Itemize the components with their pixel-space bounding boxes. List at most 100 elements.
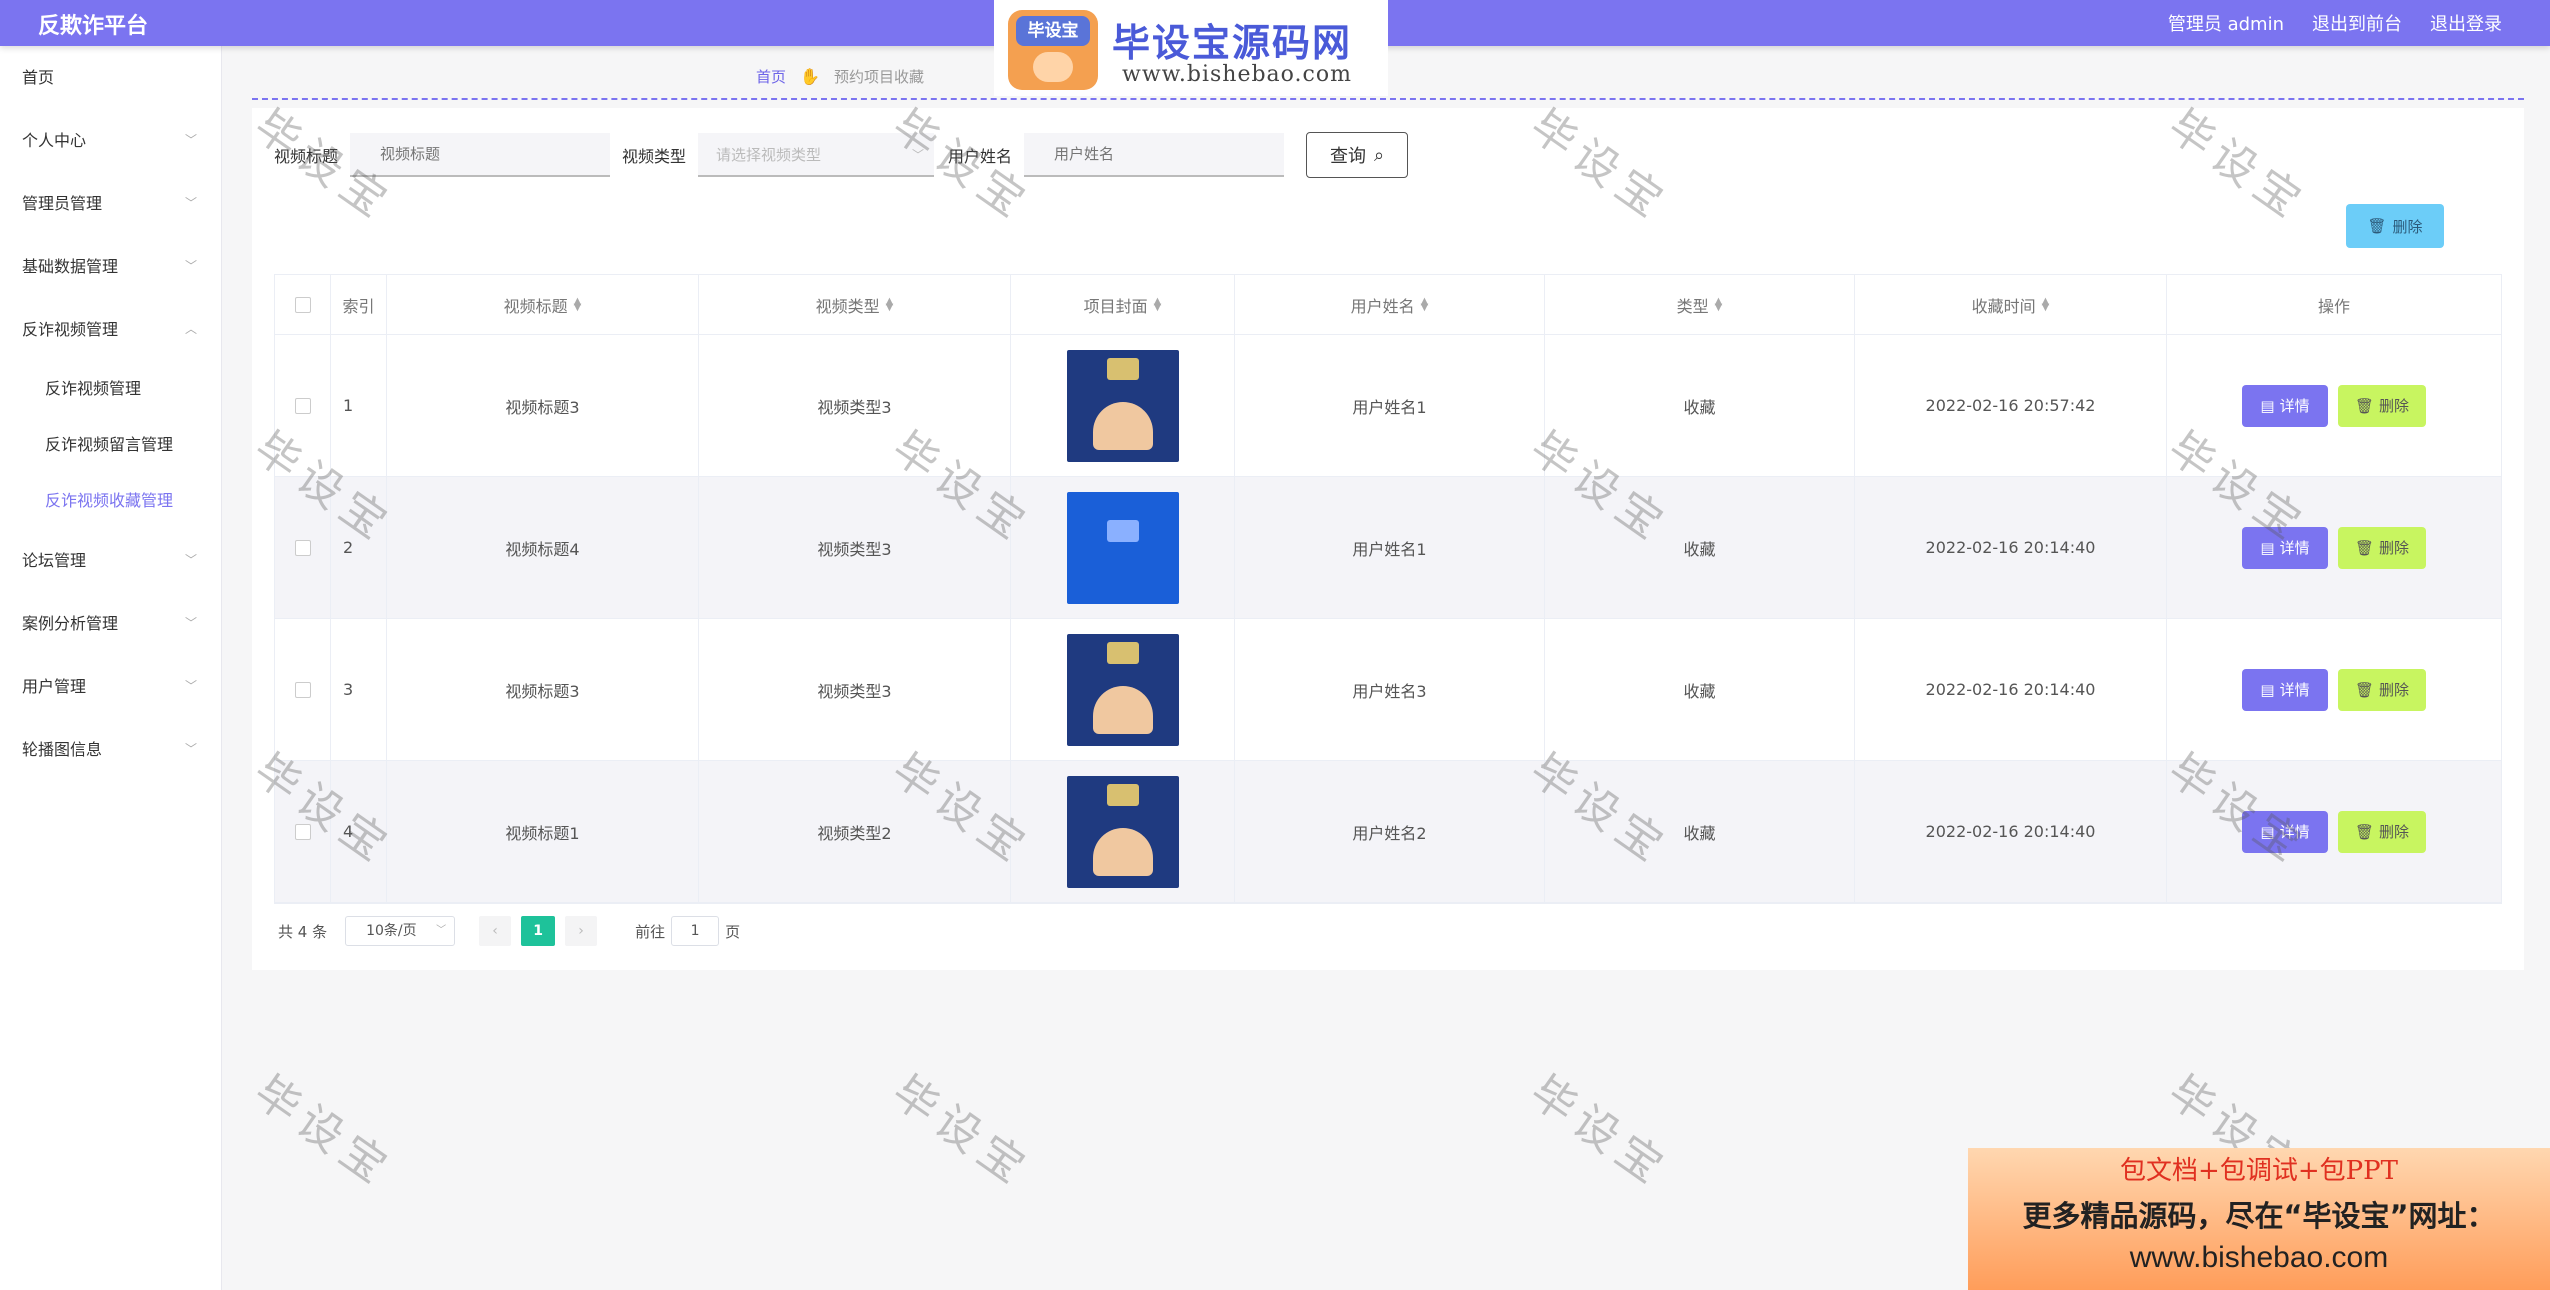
cell-favorite-time: 2022-02-16 20:57:42 xyxy=(1855,335,2167,476)
delete-button[interactable]: 🗑 删除 xyxy=(2338,668,2426,711)
breadcrumb-home[interactable]: 首页 xyxy=(756,66,786,87)
header-type-label: 类型 xyxy=(1676,296,1709,316)
video-title-label: 视频标题 xyxy=(274,147,339,166)
site-logo-overlay: 毕设宝 毕设宝源码网 www.bishebao.com xyxy=(994,0,1388,96)
next-page-button[interactable]: › xyxy=(565,916,598,946)
row-checkbox[interactable] xyxy=(294,823,311,840)
admin-user-link[interactable]: 管理员 admin xyxy=(2168,10,2284,36)
detail-label: 详情 xyxy=(2279,397,2310,415)
detail-button[interactable]: ▤ 详情 xyxy=(2242,810,2328,853)
batch-delete-button[interactable]: 🗑 删除 xyxy=(2346,204,2444,248)
logo-url: www.bishebao.com xyxy=(1122,62,1352,87)
sort-icon[interactable]: ▲ ▼ xyxy=(1421,296,1429,312)
search-form: 视频标题 视频类型 请选择视频类型 ﹀ 用户姓名 查询 ⌕ xyxy=(274,132,1409,178)
table-row: 1 视频标题3 视频类型3 用户姓名1 收藏 2022-02-16 20:57:… xyxy=(275,335,2501,477)
detail-button[interactable]: ▤ 详情 xyxy=(2242,526,2328,569)
cell-actions: ▤ 详情 🗑 删除 xyxy=(2167,477,2501,618)
logo-mark-icon: 毕设宝 xyxy=(1008,10,1098,90)
sidebar-item-basic-data[interactable]: 基础数据管理 ﹀ xyxy=(0,235,221,298)
sort-icon[interactable]: ▲ ▼ xyxy=(1715,296,1723,312)
page-size-select[interactable]: 10条/页 ﹀ xyxy=(345,916,456,946)
header-video-title[interactable]: 视频标题 ▲ ▼ xyxy=(387,275,699,334)
user-name-input[interactable] xyxy=(1024,133,1285,177)
sidebar-item-case-analysis[interactable]: 案例分析管理 ﹀ xyxy=(0,592,221,655)
trash-icon: 🗑 xyxy=(2354,680,2375,699)
cell-video-title: 视频标题3 xyxy=(387,619,699,760)
row-actions: ▤ 详情 🗑 删除 xyxy=(2242,384,2426,427)
header-favorite-time[interactable]: 收藏时间 ▲ ▼ xyxy=(1855,275,2167,334)
header-type[interactable]: 类型 ▲ ▼ xyxy=(1545,275,1855,334)
header-cover[interactable]: 项目封面 ▲ ▼ xyxy=(1011,275,1235,334)
cover-image[interactable] xyxy=(1066,491,1179,604)
row-checkbox-cell xyxy=(275,335,331,476)
row-checkbox[interactable] xyxy=(294,397,311,414)
search-icon: ⌕ xyxy=(1374,144,1385,166)
sidebar-item-home[interactable]: 首页 xyxy=(0,46,221,109)
cell-actions: ▤ 详情 🗑 删除 xyxy=(2167,619,2501,760)
chevron-left-icon: ‹ xyxy=(492,923,498,939)
logout-link[interactable]: 退出登录 xyxy=(2430,10,2502,36)
ad-banner[interactable]: 包文档+包调试+包PPT 更多精品源码，尽在“毕设宝”网址： www.bishe… xyxy=(1968,1148,2550,1290)
cell-video-type: 视频类型3 xyxy=(699,335,1011,476)
chevron-down-icon: ﹀ xyxy=(184,616,197,630)
detail-label: 详情 xyxy=(2279,823,2310,841)
video-title-input[interactable] xyxy=(350,133,611,177)
sidebar-item-label: 个人中心 xyxy=(22,131,87,150)
sort-icon[interactable]: ▲ ▼ xyxy=(2042,296,2050,312)
logo-face-shape xyxy=(1033,52,1073,82)
video-type-select[interactable]: 请选择视频类型 ﹀ xyxy=(698,133,935,177)
logo-mark-text: 毕设宝 xyxy=(1016,16,1090,46)
logo-title: 毕设宝源码网 xyxy=(1112,21,1353,65)
goto-page-input[interactable]: 1 xyxy=(671,916,720,946)
page-size-value: 10条/页 xyxy=(366,923,417,939)
sidebar-item-anti-fraud-video[interactable]: 反诈视频管理 ︿ xyxy=(0,298,221,361)
delete-button[interactable]: 🗑 删除 xyxy=(2338,384,2426,427)
cell-user-name: 用户姓名1 xyxy=(1235,477,1545,618)
header-user-name[interactable]: 用户姓名 ▲ ▼ xyxy=(1235,275,1545,334)
delete-button[interactable]: 🗑 删除 xyxy=(2338,526,2426,569)
cover-image[interactable] xyxy=(1066,633,1179,746)
document-icon: ▤ xyxy=(2260,680,2275,699)
sort-icon[interactable]: ▲ ▼ xyxy=(886,296,894,312)
page-number-current[interactable]: 1 xyxy=(521,916,556,946)
sidebar-item-personal-center[interactable]: 个人中心 ﹀ xyxy=(0,109,221,172)
row-actions: ▤ 详情 🗑 删除 xyxy=(2242,810,2426,853)
sort-icon[interactable]: ▲ ▼ xyxy=(1154,296,1162,312)
back-to-front-link[interactable]: 退出到前台 xyxy=(2312,10,2402,36)
detail-button[interactable]: ▤ 详情 xyxy=(2242,384,2328,427)
delete-label: 删除 xyxy=(2379,397,2410,415)
header-video-type[interactable]: 视频类型 ▲ ▼ xyxy=(699,275,1011,334)
cover-image[interactable] xyxy=(1066,349,1179,462)
row-checkbox[interactable] xyxy=(294,681,311,698)
cell-actions: ▤ 详情 🗑 删除 xyxy=(2167,761,2501,902)
sidebar-item-user-management[interactable]: 用户管理 ﹀ xyxy=(0,655,221,718)
query-button[interactable]: 查询 ⌕ xyxy=(1306,132,1409,178)
sidebar-subitem-video-favorite[interactable]: 反诈视频收藏管理 xyxy=(0,473,221,529)
header-cover-label: 项目封面 xyxy=(1083,296,1148,316)
query-button-label: 查询 xyxy=(1330,146,1366,167)
breadcrumb: 首页 ✋ 预约项目收藏 xyxy=(756,66,924,87)
sidebar-item-carousel[interactable]: 轮播图信息 ﹀ xyxy=(0,718,221,781)
sidebar-item-label: 论坛管理 xyxy=(22,551,87,570)
delete-label: 删除 xyxy=(2379,539,2410,557)
cover-image[interactable] xyxy=(1066,775,1179,888)
sort-icon[interactable]: ▲ ▼ xyxy=(574,296,582,312)
pagination: 共 4 条 10条/页 ﹀ ‹ 1 › 前往 1 页 xyxy=(278,916,740,946)
detail-label: 详情 xyxy=(2279,681,2310,699)
document-icon: ▤ xyxy=(2260,538,2275,557)
sidebar-item-forum[interactable]: 论坛管理 ﹀ xyxy=(0,529,221,592)
detail-button[interactable]: ▤ 详情 xyxy=(2242,668,2328,711)
cell-favorite-time: 2022-02-16 20:14:40 xyxy=(1855,619,2167,760)
cell-type: 收藏 xyxy=(1545,761,1855,902)
batch-delete-label: 删除 xyxy=(2392,217,2423,236)
total-count: 共 4 条 xyxy=(278,922,328,941)
row-checkbox[interactable] xyxy=(294,539,311,556)
header-video-title-label: 视频标题 xyxy=(503,296,568,316)
select-all-checkbox[interactable] xyxy=(294,296,311,313)
prev-page-button[interactable]: ‹ xyxy=(479,916,512,946)
sidebar-item-admin-management[interactable]: 管理员管理 ﹀ xyxy=(0,172,221,235)
sidebar-subitem-video-management[interactable]: 反诈视频管理 xyxy=(0,361,221,417)
cell-video-title: 视频标题1 xyxy=(387,761,699,902)
delete-button[interactable]: 🗑 删除 xyxy=(2338,810,2426,853)
sidebar-subitem-video-comment[interactable]: 反诈视频留言管理 xyxy=(0,417,221,473)
